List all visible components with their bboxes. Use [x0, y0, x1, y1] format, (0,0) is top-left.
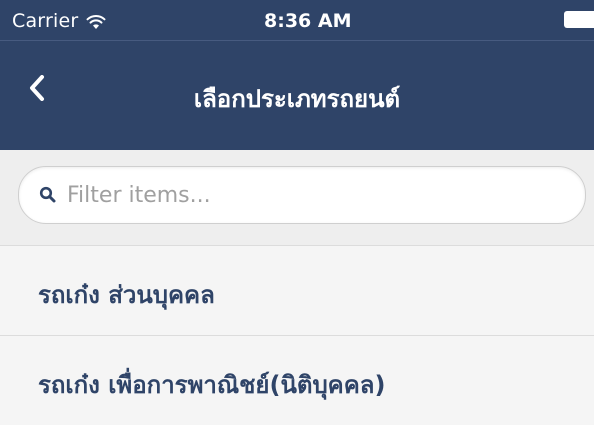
list-item-label: รถเก๋ง เพื่อการพาณิชย์(นิติบุคคล) [38, 371, 386, 399]
content-area: รถเก๋ง ส่วนบุคคล รถเก๋ง เพื่อการพาณิชย์(… [0, 150, 594, 425]
status-time: 8:36 AM [264, 10, 352, 32]
search-input[interactable] [67, 175, 547, 215]
battery-icon [564, 11, 594, 28]
page-title: เลือกประเภทรถยนต์ [193, 85, 401, 113]
list-item-label: รถเก๋ง ส่วนบุคคล [38, 281, 215, 309]
wifi-icon [86, 13, 106, 29]
list-item[interactable]: รถเก๋ง ส่วนบุคคล [0, 245, 594, 335]
status-bar: Carrier 8:36 AM [0, 0, 594, 40]
item-list: รถเก๋ง ส่วนบุคคล รถเก๋ง เพื่อการพาณิชย์(… [0, 245, 594, 425]
search-field[interactable] [18, 166, 586, 224]
nav-bar: เลือกประเภทรถยนต์ [0, 41, 594, 150]
carrier-indicator: Carrier [12, 10, 106, 32]
app-screen: Carrier 8:36 AM เลือกประเภทรถยนต์ Filter… [0, 0, 594, 425]
carrier-label: Carrier [12, 10, 79, 32]
header: Carrier 8:36 AM เลือกประเภทรถยนต์ [0, 0, 594, 150]
list-item[interactable]: รถเก๋ง เพื่อการพาณิชย์(นิติบุคคล) [0, 335, 594, 425]
search-bar [0, 150, 594, 245]
search-icon [39, 186, 57, 204]
